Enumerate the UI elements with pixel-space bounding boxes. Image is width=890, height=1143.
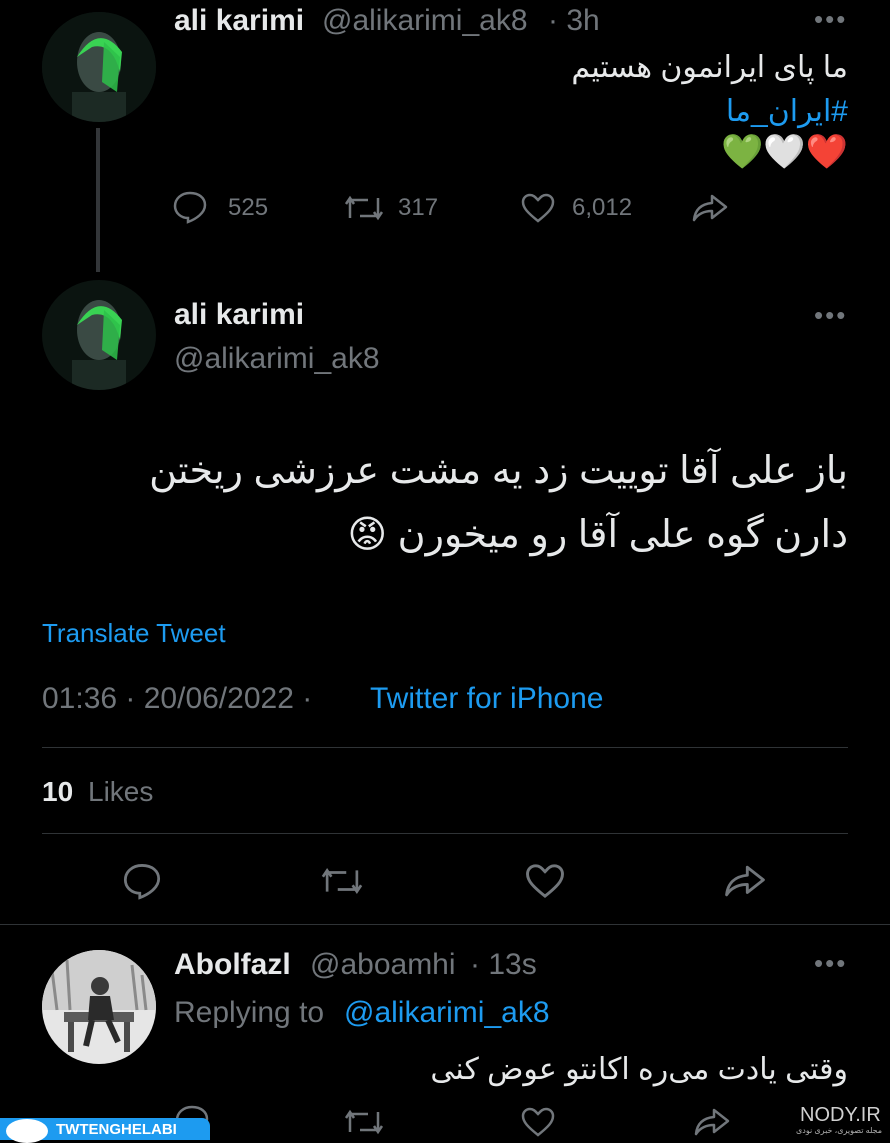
retweet-icon[interactable] — [318, 864, 366, 898]
retweet-icon[interactable] — [342, 192, 386, 224]
like-icon[interactable] — [520, 192, 556, 224]
tweet1-text: ما پای ایرانمون هستیم — [571, 51, 848, 84]
reply-author-name[interactable]: Abolfazl — [174, 948, 291, 982]
like-icon[interactable] — [520, 1106, 556, 1138]
likes-label[interactable]: Likes — [88, 776, 153, 808]
likes-count[interactable]: 10 — [42, 776, 73, 808]
divider-reply — [0, 924, 890, 925]
tweet2-client-link[interactable]: Twitter for iPhone — [370, 682, 603, 716]
watermark-right-sub: مجله تصویری، خبری نودی — [796, 1126, 883, 1135]
divider-top — [42, 747, 848, 748]
tweet2-author-name[interactable]: ali karimi — [174, 298, 304, 332]
reply-author-handle[interactable]: @aboamhi — [310, 948, 456, 982]
tweet2-text-line1: باز علی آقا توییت زد یه مشت عرزشی ریختن — [149, 450, 848, 492]
like-icon[interactable] — [524, 862, 566, 900]
tweet1-retweet-count: 317 — [398, 194, 439, 221]
tweet2-text-line2: دارن گوه علی آقا رو میخورن 😡 — [347, 514, 849, 556]
telegram-icon — [6, 1119, 48, 1143]
retweet-icon[interactable] — [342, 1106, 386, 1138]
tweet1-author-handle[interactable]: @alikarimi_ak8 — [322, 4, 528, 38]
tweet1-avatar[interactable] — [42, 12, 156, 122]
tweet1-reply-count: 525 — [228, 194, 269, 221]
replying-to-handle[interactable]: @alikarimi_ak8 — [344, 996, 550, 1030]
share-icon[interactable] — [722, 862, 768, 900]
reply-icon[interactable] — [172, 190, 208, 224]
thread-connector-line — [96, 128, 100, 272]
reply-text: وقتی یادت می‌ره اکانتو عوض کنی — [430, 1053, 848, 1086]
tweet1-more-icon[interactable]: ••• — [814, 6, 847, 32]
tweet1-timestamp[interactable]: · 3h — [548, 4, 600, 38]
reply-more-icon[interactable]: ••• — [814, 950, 847, 976]
tweet1-like-count: 6,012 — [572, 194, 633, 221]
reply-avatar[interactable] — [42, 950, 156, 1064]
tweet2-author-handle[interactable]: @alikarimi_ak8 — [174, 342, 380, 376]
translate-tweet-link[interactable]: Translate Tweet — [42, 618, 226, 649]
share-icon[interactable] — [690, 192, 730, 224]
reply-icon[interactable] — [122, 862, 162, 900]
tweet1-author-name[interactable]: ali karimi — [174, 4, 304, 38]
tweet2-more-icon[interactable]: ••• — [814, 302, 847, 328]
watermark-left-text: TWTENGHELABI — [56, 1121, 177, 1138]
watermark-right: NODY.IR — [800, 1104, 881, 1126]
replying-to-label: Replying to — [174, 996, 325, 1029]
share-icon[interactable] — [692, 1106, 732, 1138]
tweet1-hearts: ❤️🤍💚 — [720, 133, 848, 171]
reply-timestamp[interactable]: · 13s — [470, 948, 537, 982]
tweet2-timestamp[interactable]: 01:36 · 20/06/2022 · — [42, 682, 312, 716]
tweet1-hashtag[interactable]: #ایران_ما — [548, 94, 848, 129]
watermark-left: TWTENGHELABI — [0, 1118, 210, 1143]
divider-bottom — [42, 833, 848, 834]
tweet2-avatar[interactable] — [42, 280, 156, 390]
